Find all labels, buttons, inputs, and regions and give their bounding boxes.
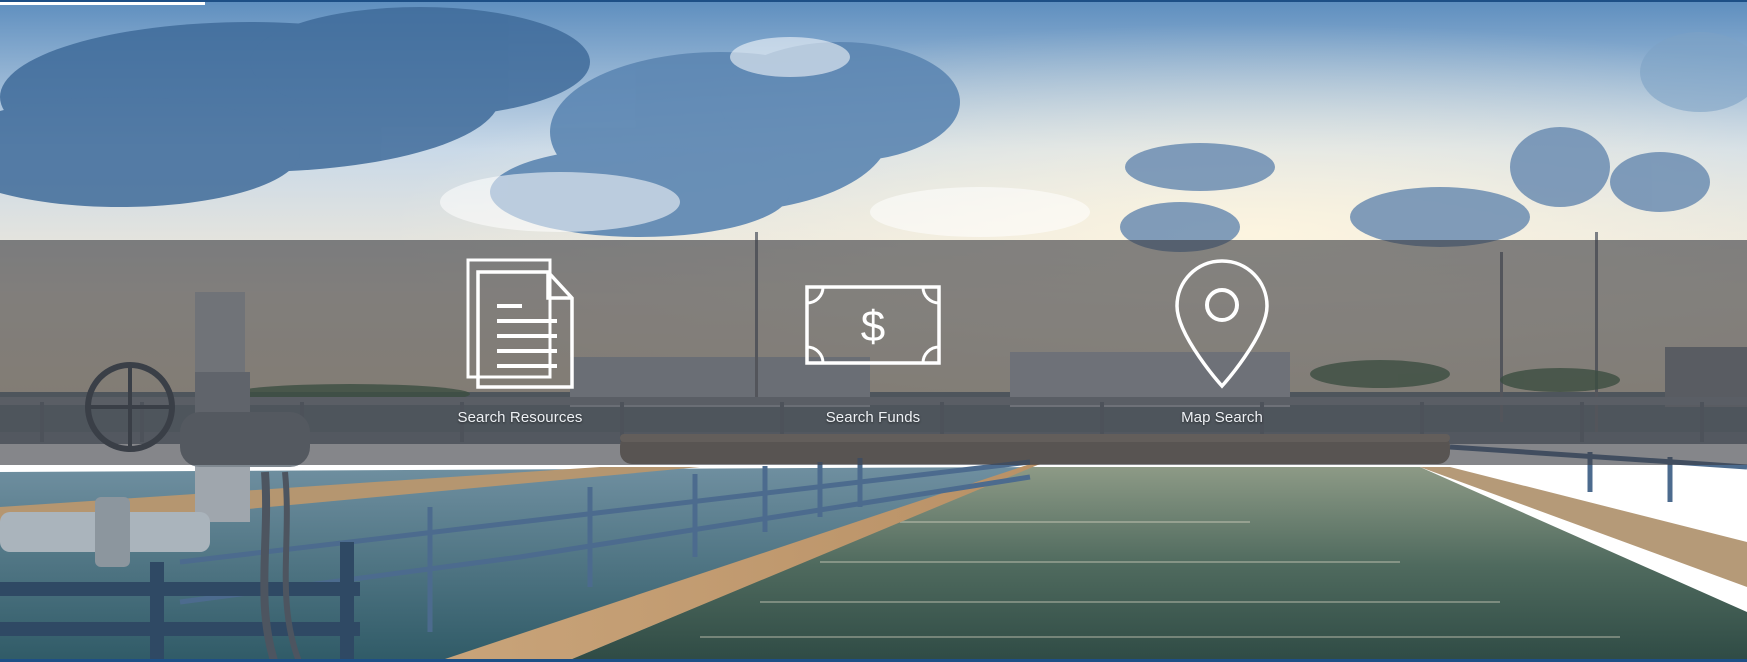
search-resources-link[interactable]: Search Resources bbox=[440, 240, 600, 465]
document-icon bbox=[466, 258, 574, 389]
top-left-strip bbox=[0, 2, 205, 5]
search-funds-link[interactable]: $ Search Funds bbox=[793, 240, 953, 465]
quick-actions-band: Search Resources $ Search Funds Map Sear… bbox=[0, 240, 1747, 465]
map-search-link[interactable]: Map Search bbox=[1142, 240, 1302, 465]
dollar-bill-icon: $ bbox=[805, 285, 941, 365]
search-funds-label: Search Funds bbox=[825, 409, 921, 426]
svg-text:$: $ bbox=[861, 302, 885, 351]
search-resources-label: Search Resources bbox=[457, 409, 583, 426]
map-pin-icon bbox=[1175, 259, 1269, 389]
hero-banner: Search Resources $ Search Funds Map Sear… bbox=[0, 0, 1747, 662]
map-search-label: Map Search bbox=[1181, 409, 1263, 426]
